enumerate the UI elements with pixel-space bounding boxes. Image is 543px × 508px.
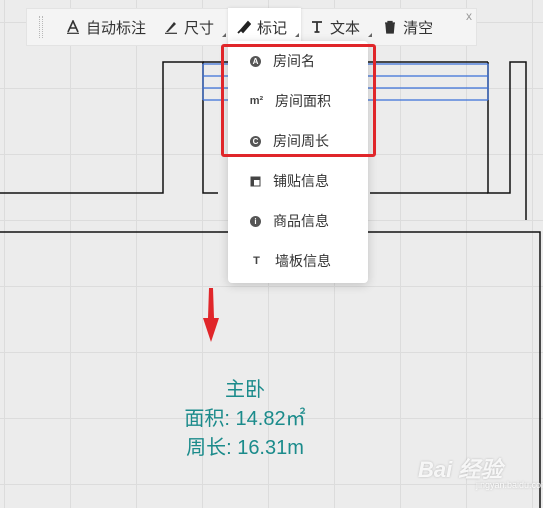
menu-item-product-info[interactable]: i 商品信息: [228, 201, 368, 241]
menu-item-label: 墙板信息: [275, 253, 331, 269]
tile-icon: [250, 176, 261, 187]
room-area-text: 面积: 14.82㎡: [184, 408, 306, 430]
marker-caret-icon: [295, 33, 300, 37]
auto-annotate-button[interactable]: 自动标注: [57, 8, 155, 46]
dimension-caret-icon: [222, 33, 227, 37]
watermark-text: Bai 经验: [418, 457, 503, 482]
ruler-icon: [164, 20, 178, 34]
text-icon: [310, 20, 324, 34]
trash-icon: [383, 20, 397, 34]
marker-icon: [237, 20, 252, 34]
menu-item-label: 铺贴信息: [273, 173, 329, 189]
auto-annotate-label: 自动标注: [86, 19, 147, 37]
info-icon: i: [250, 215, 261, 227]
room-perimeter-text: 周长: 16.31m: [186, 437, 304, 459]
text-label: 文本: [330, 19, 361, 37]
marker-label: 标记: [257, 19, 288, 37]
dimension-label: 尺寸: [184, 19, 215, 37]
menu-item-tile-info[interactable]: 铺贴信息: [228, 161, 368, 201]
room-annotation-label[interactable]: 主卧 面积: 14.82㎡ 周长: 16.31m: [150, 376, 340, 463]
menu-item-label: 商品信息: [273, 213, 329, 229]
wall-panel-icon: T: [253, 255, 260, 267]
watermark-subtext: jingyan.baidu.com: [476, 480, 543, 490]
red-arrow-icon: [203, 288, 219, 342]
dimension-button[interactable]: 尺寸: [155, 8, 228, 46]
room-name-text: 主卧: [225, 379, 265, 401]
baidu-jingyan-watermark: Bai 经验 jingyan.baidu.com: [418, 452, 543, 490]
highlight-annotation-box: [221, 44, 376, 157]
toolbar-drag-handle[interactable]: [39, 16, 43, 38]
menu-item-wall-panel-info[interactable]: T 墙板信息: [228, 241, 368, 281]
text-caret-icon: [368, 33, 373, 37]
clear-button[interactable]: 清空: [374, 8, 442, 46]
clear-label: 清空: [403, 19, 434, 37]
close-toolbar-button[interactable]: x: [466, 9, 472, 23]
auto-annotate-icon: [66, 19, 80, 34]
